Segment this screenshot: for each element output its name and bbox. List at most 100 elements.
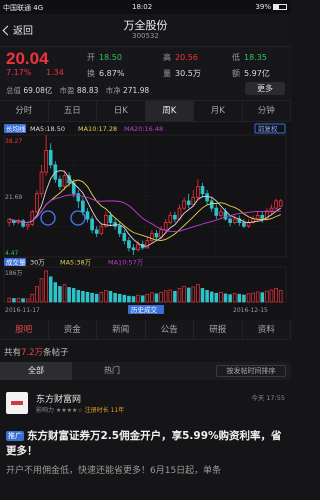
change-percent: 7.17% [6, 68, 32, 77]
volume-bar [214, 292, 219, 303]
candle [25, 224, 30, 227]
candle [228, 218, 232, 224]
battery-indicator: 39% [255, 3, 287, 11]
ma-legend-label: 长均线 [6, 124, 26, 133]
candle [48, 150, 53, 166]
candle [168, 214, 173, 224]
candle [117, 225, 122, 234]
post-meta: 影响力 ★★★★☆ 注册时长 11年 [36, 407, 125, 414]
volume-y-label: 186万 [5, 270, 22, 277]
tab-research[interactable]: 研报 [194, 320, 243, 339]
post-author[interactable]: 东方财富网 [36, 392, 81, 405]
tab-profile[interactable]: 资料 [243, 320, 291, 339]
volume-bar [94, 293, 99, 303]
volume-bar [228, 294, 232, 303]
tab-news[interactable]: 新闻 [97, 320, 146, 339]
more-button[interactable]: 更多 [245, 82, 285, 95]
candle [182, 200, 186, 209]
post-title[interactable]: 推广 东方财富证券万2.5佣金开户，享5.99%购资利率，省更多！ [6, 429, 288, 459]
quote-volume: 量 30.5万 [163, 69, 201, 78]
candle [30, 211, 35, 225]
volume-bar [99, 291, 104, 303]
volume-bar [278, 290, 283, 303]
battery-icon [273, 4, 287, 10]
volume-bar [145, 293, 150, 303]
volume-bar [104, 290, 108, 303]
volume-label: MA5:38万 [60, 259, 92, 267]
volume-bar [85, 291, 90, 303]
pb-ratio: 271.98 [122, 86, 150, 95]
filter-hot[interactable]: 热门 [104, 362, 120, 380]
pe-ratio: 88.83 [76, 86, 99, 95]
volume-bar [30, 293, 35, 303]
volume-bar [7, 297, 12, 303]
quote-low: 低 18.35 [232, 53, 267, 62]
ma-label-5: MA5:18.50 [30, 125, 65, 133]
volume-bar [67, 287, 71, 303]
tab-day-k[interactable]: 日K [97, 101, 146, 121]
candle [145, 240, 150, 249]
tab-announcements[interactable]: 公告 [146, 320, 194, 339]
tab-guba[interactable]: 股吧 [0, 320, 49, 339]
clock: 18:02 [132, 3, 153, 11]
candle [35, 193, 39, 213]
candle [108, 214, 113, 224]
volume-bar [182, 286, 186, 303]
avatar [6, 392, 28, 414]
candle [159, 229, 163, 238]
tab-five-day[interactable]: 五日 [49, 101, 97, 121]
candle [58, 178, 62, 187]
tab-funds[interactable]: 资金 [49, 320, 97, 339]
candle [44, 150, 48, 173]
kline-chart[interactable]: 长均线 MA5:18.50 MA10:17.28 MA20:16.48 前复权 38.27… [0, 122, 291, 320]
volume-bar [16, 297, 21, 303]
ma-label-17: MA20:16.48 [124, 125, 163, 133]
candle [246, 222, 251, 227]
volume-bar [53, 282, 58, 303]
status-bar: 中国联通 4G 18:02 39% [0, 0, 291, 14]
post-count: 共有7.2万条帖子 [4, 348, 69, 358]
y-max-label: 38.27 [5, 138, 22, 145]
candle [173, 214, 177, 220]
change-amount: 1.34 [45, 68, 64, 77]
ma-label-11: MA10:17.28 [78, 125, 117, 133]
candle [200, 186, 205, 195]
sort-dropdown[interactable]: 按发帖时间排序 [216, 365, 286, 377]
volume-bar [251, 292, 255, 303]
volume-bar [131, 296, 136, 303]
volume-bar [25, 298, 30, 303]
post-item[interactable]: 东方财富网 影响力 ★★★★☆ 注册时长 11年 今天 17:55 推广 东方财富… [0, 384, 291, 500]
candle [214, 207, 219, 216]
tab-minute[interactable]: 分钟 [243, 101, 291, 121]
volume-bar [44, 270, 48, 303]
current-price: 20.04 [6, 49, 49, 68]
post-body: 开户不用佣金低，快速还能省更多！6月15日起，单条 [6, 466, 222, 476]
candle [39, 171, 44, 195]
candle [62, 175, 67, 187]
quote-amount: 额 5.97亿 [232, 69, 270, 78]
nav-bar: 返回 万全股份 300532 [0, 14, 291, 46]
period-tabs: 分时 五日 日K 周K 月K 分钟 [0, 100, 291, 122]
candle [131, 247, 136, 251]
volume-bar [76, 290, 81, 303]
quote-open: 开 18.50 [87, 53, 122, 62]
volume-bar [168, 289, 173, 303]
volume-bar [113, 292, 117, 303]
fq-label: 前复权 [258, 124, 278, 133]
candle [232, 218, 237, 224]
candle [209, 200, 214, 209]
volume-bar [90, 292, 94, 303]
volume-bar [71, 288, 76, 303]
tab-month-k[interactable]: 月K [194, 101, 243, 121]
tab-fenshi[interactable]: 分时 [0, 101, 49, 121]
y-min-label: 4.47 [5, 250, 19, 257]
volume-bar [196, 284, 200, 303]
volume-bar [209, 291, 214, 303]
candle [205, 193, 209, 202]
filter-all[interactable]: 全部 [0, 362, 72, 380]
kline-svg: 长均线 MA5:18.50 MA10:17.28 MA20:16.48 前复权 38.27… [3, 123, 287, 314]
volume-bar [237, 293, 242, 303]
candle [150, 233, 154, 242]
candle [127, 240, 131, 249]
tab-week-k[interactable]: 周K [145, 101, 194, 121]
